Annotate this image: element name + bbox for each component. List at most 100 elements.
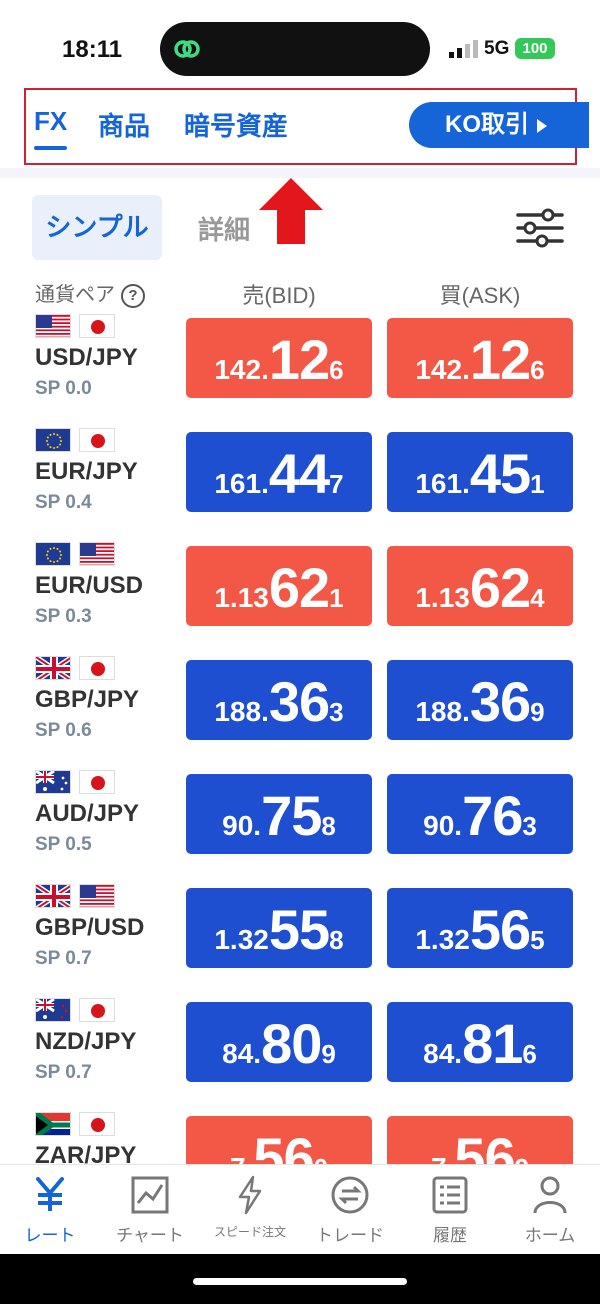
price-pre: 188.	[214, 696, 269, 727]
nav-item-rate[interactable]: レート	[0, 1175, 100, 1246]
bid-price-button[interactable]: 1.32558	[186, 888, 372, 968]
nav-label-chart: チャート	[116, 1226, 184, 1245]
price-pre: 188.	[415, 696, 470, 727]
price-big: 55	[268, 898, 330, 961]
ask-price: 142.126	[387, 327, 573, 392]
quote-row[interactable]: USD/JPY SP 0.0 142.126 142.126	[0, 312, 600, 426]
red-up-arrow-icon	[259, 178, 323, 244]
bid-price-button[interactable]: 188.363	[186, 660, 372, 740]
nav-item-chart[interactable]: チャート	[100, 1175, 200, 1246]
price-big: 44	[268, 442, 330, 505]
jp-flag-icon	[79, 314, 115, 338]
price-pre: 142.	[415, 354, 470, 385]
bid-price-button[interactable]: 142.126	[186, 318, 372, 398]
bid-price-button[interactable]: 90.758	[186, 774, 372, 854]
price-big: 12	[268, 328, 330, 391]
price-pre: 84.	[423, 1038, 463, 1069]
yen-icon	[36, 1177, 64, 1211]
price-pre: 7.	[230, 1152, 253, 1164]
jp-flag-icon	[79, 1112, 115, 1136]
ask-price-button[interactable]: 188.369	[387, 660, 573, 740]
ask-price-button[interactable]: 90.763	[387, 774, 573, 854]
pair-name: EUR/JPY	[35, 458, 138, 485]
tab-commodities[interactable]: 商品	[98, 106, 150, 143]
ask-price: 1.32565	[387, 897, 573, 962]
price-suf: 9	[321, 1039, 336, 1069]
jp-flag-icon	[79, 656, 115, 680]
nav-item-home[interactable]: ホーム	[500, 1175, 600, 1246]
price-suf: 6	[329, 355, 344, 385]
spread-value: SP 0.7	[35, 1062, 92, 1083]
bid-price-button[interactable]: 1.13621	[186, 546, 372, 626]
nav-item-trade[interactable]: トレード	[300, 1175, 400, 1246]
price-suf: 1	[530, 469, 545, 499]
tab-crypto[interactable]: 暗号資産	[184, 106, 288, 143]
ask-price-button[interactable]: 1.32565	[387, 888, 573, 968]
gb-flag-icon	[35, 884, 71, 908]
quote-row[interactable]: AUD/JPY SP 0.5 90.758 90.763	[0, 768, 600, 882]
filter-settings-icon[interactable]	[516, 208, 564, 248]
price-big: 12	[469, 328, 531, 391]
currency-flags	[35, 884, 123, 908]
ask-price-button[interactable]: 1.13624	[387, 546, 573, 626]
ask-price-button[interactable]: 84.816	[387, 1002, 573, 1082]
spread-value: SP 0.6	[35, 720, 92, 741]
view-simple-tab[interactable]: シンプル	[32, 195, 162, 260]
bid-price-button[interactable]: 161.447	[186, 432, 372, 512]
price-suf: 3	[329, 697, 344, 727]
nav-label-trade: トレード	[316, 1226, 384, 1245]
nav-item-speed-order[interactable]: スピード注文	[200, 1175, 300, 1241]
pair-name: EUR/USD	[35, 572, 144, 599]
price-big: 56	[454, 1126, 515, 1164]
currency-flags	[35, 998, 123, 1022]
nav-item-history[interactable]: 履歴	[400, 1175, 500, 1246]
ask-price-button[interactable]: 7.569	[387, 1116, 573, 1164]
price-big: 45	[469, 442, 531, 505]
price-pre: 84.	[222, 1038, 262, 1069]
us-flag-icon	[79, 542, 115, 566]
price-big: 36	[268, 670, 330, 733]
currency-flags	[35, 314, 123, 338]
view-detail-tab[interactable]: 詳細	[198, 210, 250, 247]
quote-row[interactable]: NZD/JPY SP 0.7 84.809 84.816	[0, 996, 600, 1110]
bid-price: 188.363	[186, 669, 372, 734]
play-arrow-icon	[537, 118, 547, 133]
help-icon[interactable]: ?	[121, 283, 145, 308]
ask-price-button[interactable]: 161.451	[387, 432, 573, 512]
chart-icon	[131, 1176, 169, 1214]
eu-flag-icon	[35, 428, 71, 452]
quote-row[interactable]: EUR/USD SP 0.3 1.13621 1.13624	[0, 540, 600, 654]
pair-name: GBP/JPY	[35, 686, 140, 713]
bid-price-button[interactable]: 84.809	[186, 1002, 372, 1082]
bid-price-button[interactable]: 7.560	[186, 1116, 372, 1164]
jp-flag-icon	[79, 428, 115, 452]
quote-row[interactable]: GBP/USD SP 0.7 1.32558 1.32565	[0, 882, 600, 996]
price-suf: 8	[329, 925, 344, 955]
ask-price: 90.763	[387, 783, 573, 848]
nav-label-rate: レート	[24, 1226, 76, 1245]
ask-price: 188.369	[387, 669, 573, 734]
price-suf: 9	[515, 1153, 529, 1164]
pair-name: GBP/USD	[35, 914, 145, 941]
nav-label-home: ホーム	[524, 1226, 576, 1245]
tab-fx[interactable]: FX	[34, 106, 68, 150]
ask-price-button[interactable]: 142.126	[387, 318, 573, 398]
price-big: 81	[462, 1012, 523, 1075]
column-header-ask: 買(ASK)	[439, 283, 521, 308]
bid-price: 1.13621	[186, 555, 372, 620]
spread-value: SP 0.7	[35, 948, 92, 969]
spread-value: SP 0.4	[35, 492, 92, 513]
price-suf: 9	[530, 697, 545, 727]
ask-price: 7.569	[387, 1125, 573, 1164]
quote-row[interactable]: ZAR/JPY7.5607.569	[0, 1110, 600, 1164]
quote-row[interactable]: GBP/JPY SP 0.6 188.363 188.369	[0, 654, 600, 768]
bid-price: 84.809	[186, 1011, 372, 1076]
bid-price: 161.447	[186, 441, 372, 506]
price-suf: 0	[314, 1153, 328, 1164]
pair-name: USD/JPY	[35, 344, 138, 371]
signal-icon	[449, 40, 478, 58]
quote-row[interactable]: EUR/JPY SP 0.4 161.447 161.451	[0, 426, 600, 540]
quote-list: USD/JPY SP 0.0 142.126 142.126 EUR/JPY SP 0.4…	[0, 312, 600, 1164]
ko-trade-button[interactable]: KO取引	[409, 102, 589, 148]
ko-trade-label: KO取引	[445, 111, 529, 138]
